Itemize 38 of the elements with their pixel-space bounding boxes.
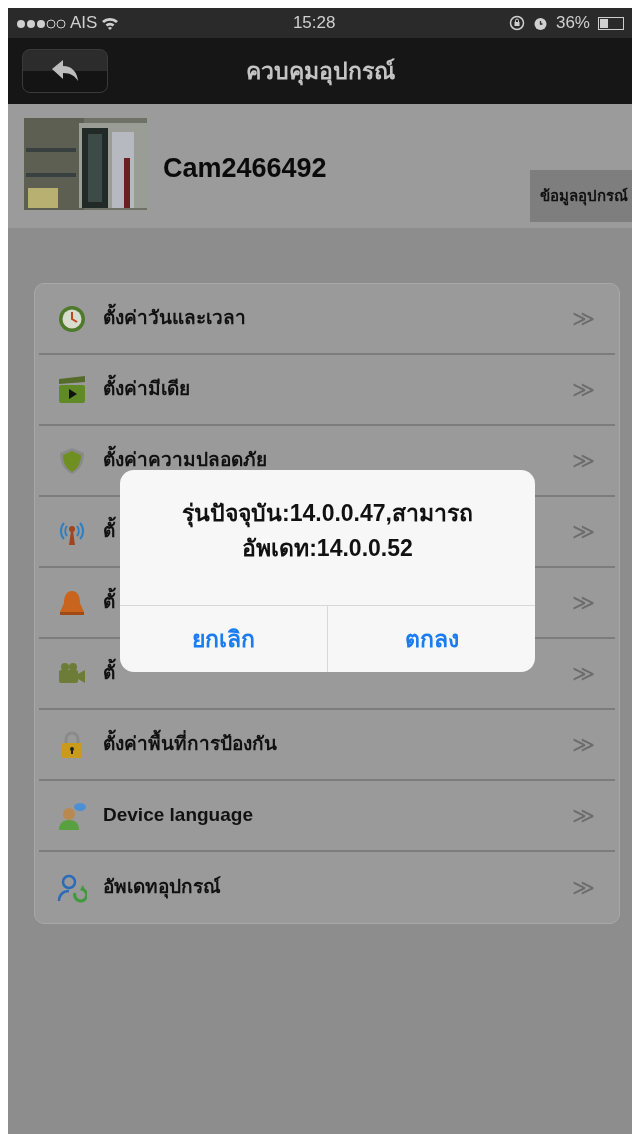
user-refresh-icon xyxy=(57,872,87,903)
settings-row[interactable]: ตั้งค่ามีเดีย ≫ xyxy=(39,355,615,426)
wifi-icon xyxy=(101,16,120,30)
chevron-icon: ≫ xyxy=(571,657,595,690)
row-label: ตั้งค่าพื้นที่การป้องกัน xyxy=(103,730,556,759)
chevron-icon: ≫ xyxy=(571,586,595,619)
chevron-icon: ≫ xyxy=(571,799,595,832)
ok-button[interactable]: ตกลง xyxy=(327,606,535,672)
screen-title: ควบคุมอุปกรณ์ xyxy=(245,57,395,84)
back-button[interactable] xyxy=(22,49,108,93)
chevron-icon: ≫ xyxy=(571,444,595,477)
clock-icon xyxy=(57,303,87,334)
device-name: Cam2466492 xyxy=(163,152,327,185)
status-time: 15:28 xyxy=(292,12,336,35)
chevron-icon: ≫ xyxy=(571,302,595,335)
clapperboard-icon xyxy=(57,374,87,405)
chevron-icon: ≫ xyxy=(571,871,595,904)
user-speech-icon xyxy=(57,800,87,831)
back-arrow-icon xyxy=(50,59,80,83)
row-label: ตั้งค่าความปลอดภัย xyxy=(103,446,556,475)
chevron-icon: ≫ xyxy=(571,515,595,548)
row-label: Device language xyxy=(103,803,254,828)
row-label: อัพเดทอุปกรณ์ xyxy=(103,875,222,901)
carrier-name: AIS xyxy=(70,12,98,35)
rotation-lock-icon xyxy=(508,15,525,31)
battery-percent: 36% xyxy=(555,12,590,35)
settings-row[interactable]: Device language ≫ xyxy=(39,781,615,852)
chevron-icon: ≫ xyxy=(571,728,595,761)
settings-row[interactable]: ตั้งค่าพื้นที่การป้องกัน ≫ xyxy=(39,710,615,781)
alarm-icon xyxy=(532,15,548,31)
row-label: ตั้งค่าวันและเวลา xyxy=(103,304,556,333)
settings-row[interactable]: อัพเดทอุปกรณ์ ≫ xyxy=(39,852,615,923)
settings-row[interactable]: ตั้งค่าวันและเวลา ≫ xyxy=(39,284,615,355)
row-label: ตั้งค่ามีเดีย xyxy=(103,375,556,404)
device-info-button[interactable]: ข้อมูลอุปกรณ์ xyxy=(530,170,632,222)
battery-icon xyxy=(598,16,624,30)
shield-icon xyxy=(57,445,87,476)
chevron-icon: ≫ xyxy=(571,373,595,406)
